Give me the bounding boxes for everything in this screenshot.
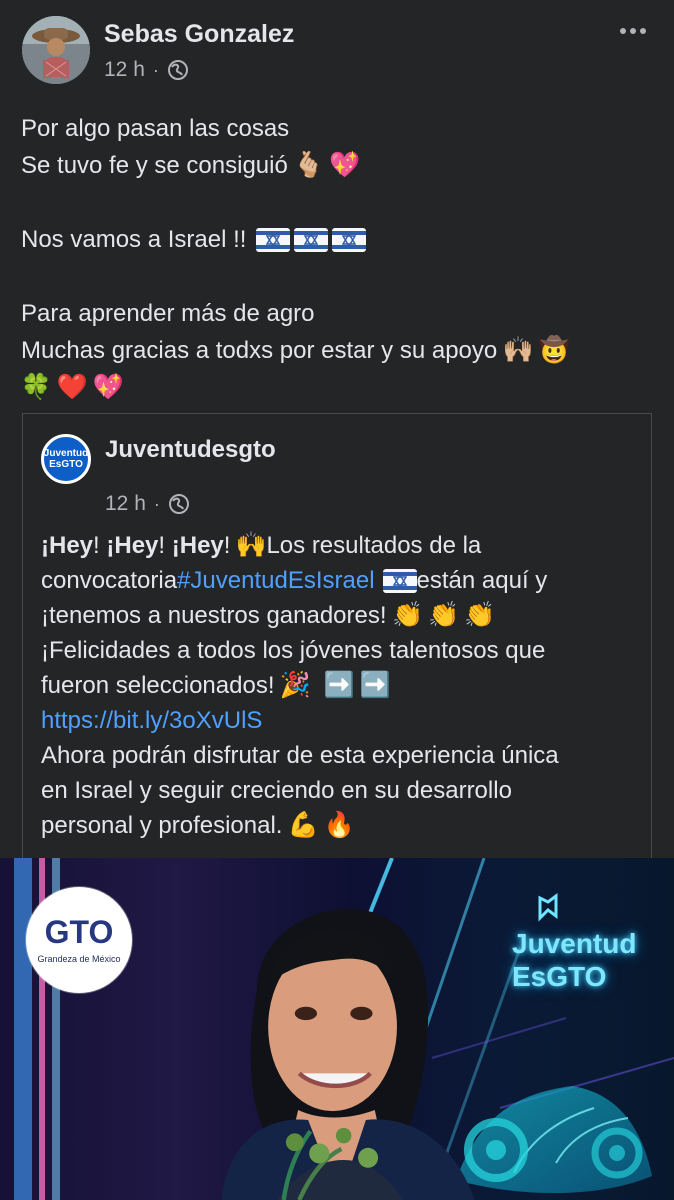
shared-line-text: en Israel y seguir creciendo en su desar… xyxy=(41,777,512,804)
shared-line-text: Ahora podrán disfrutar de esta experienc… xyxy=(41,742,559,769)
shared-line: personal y profesional. 💪 🔥 xyxy=(41,808,631,843)
more-button[interactable] xyxy=(614,16,652,46)
hey-text: ¡Hey xyxy=(41,532,94,559)
avatar-text: Juventud xyxy=(43,448,89,459)
emoji: 🙌🏼 xyxy=(502,336,534,364)
post-text: Por algo pasan las cosas Se tuvo fe y se… xyxy=(20,110,641,406)
exclamation-text: ! xyxy=(93,532,100,559)
shared-post-header: Juventud EsGTO Juventudesgto 12 h · xyxy=(41,434,601,515)
shared-line-text: ¡tenemos a nuestros ganadores! xyxy=(41,602,387,629)
post-header: Sebas Gonzalez 12 h · xyxy=(22,16,652,88)
shared-line-text: fueron seleccionados! xyxy=(41,672,275,699)
exclamation-text: ! xyxy=(158,532,166,559)
post-line-text: Para aprender más de agro xyxy=(21,300,315,327)
more-icon xyxy=(630,28,636,34)
globe-icon xyxy=(167,59,189,81)
shared-author-name[interactable]: Juventudesgto xyxy=(105,436,276,464)
shared-line: https://bit.ly/3oXvUlS xyxy=(41,703,631,738)
shared-line: ¡tenemos a nuestros ganadores! 👏 👏 👏 xyxy=(41,598,631,633)
meta-separator: · xyxy=(152,60,159,80)
shared-line-text: Los resultados de la xyxy=(266,532,482,559)
post-line: Nos vamos a Israel !! xyxy=(21,221,641,258)
post-line: Muchas gracias a todxs por estar y su ap… xyxy=(21,332,641,369)
clapping-emoji: 👏 xyxy=(427,601,460,629)
shared-meta: 12 h · xyxy=(105,492,190,516)
raised-hands-emoji: 🙌 xyxy=(235,531,268,559)
short-link[interactable]: https://bit.ly/3oXvUlS xyxy=(41,703,262,738)
party-popper-emoji: 🎉 xyxy=(279,671,312,699)
post-line: Se tuvo fe y se consiguió 🫰🏼 💖 xyxy=(21,147,641,184)
exclamation-text: ! xyxy=(223,532,231,559)
post-time[interactable]: 12 h xyxy=(104,58,145,82)
shared-line-text: están aquí y xyxy=(416,567,548,594)
shared-line: en Israel y seguir creciendo en su desar… xyxy=(41,773,631,808)
shared-line-text: convocatoria xyxy=(41,567,178,594)
post-line-text: Muchas gracias a todxs por estar y su ap… xyxy=(21,337,498,364)
clapping-emoji: 👏 xyxy=(391,601,424,629)
post-line: 🍀 ❤️ 💖 xyxy=(20,369,641,406)
emoji: 🍀 xyxy=(20,373,52,401)
shared-line-text: personal y profesional. xyxy=(41,812,283,839)
clapping-emoji: 👏 xyxy=(463,601,496,629)
fire-emoji: 🔥 xyxy=(323,811,356,839)
israel-flag-icon xyxy=(294,227,329,252)
author-name[interactable]: Sebas Gonzalez xyxy=(104,20,294,49)
israel-flag-icon xyxy=(382,568,417,593)
emoji: 💖 xyxy=(92,373,124,401)
shared-avatar[interactable]: Juventud EsGTO xyxy=(41,434,91,484)
emoji: 🤠 xyxy=(538,336,570,364)
emoji: 🫰🏼 xyxy=(293,151,325,179)
shared-post-time[interactable]: 12 h xyxy=(105,492,146,516)
shared-line-text: ¡Felicidades a todos los jóvenes talento… xyxy=(41,637,546,664)
hashtag-link[interactable]: #JuventudEsIsrael xyxy=(177,563,374,598)
author-avatar[interactable] xyxy=(22,16,90,84)
post-meta: 12 h · xyxy=(104,58,189,82)
israel-flag-icon xyxy=(256,227,291,252)
shared-line: ¡Felicidades a todos los jóvenes talento… xyxy=(41,633,631,668)
emoji: 💖 xyxy=(329,151,361,179)
israel-flag-icon xyxy=(332,227,367,252)
avatar-text: EsGTO xyxy=(49,459,83,470)
post-line-text: Por algo pasan las cosas xyxy=(21,115,290,142)
hey-text: ¡Hey xyxy=(106,532,159,559)
shared-post-image[interactable]: GTO Grandeza de México Juventud EsGTO xyxy=(0,858,674,1200)
right-arrow-emoji: ➡️ xyxy=(323,671,356,699)
post-line: Por algo pasan las cosas xyxy=(21,110,641,147)
flexed-biceps-emoji: 💪 xyxy=(287,811,320,839)
shared-line: Ahora podrán disfrutar de esta experienc… xyxy=(41,738,631,773)
person-photo xyxy=(221,908,475,1200)
more-icon xyxy=(640,28,646,34)
post-line: Para aprender más de agro xyxy=(21,295,641,332)
more-icon xyxy=(620,28,626,34)
globe-icon xyxy=(168,493,190,515)
post-line-text: Nos vamos a Israel !! xyxy=(21,226,247,253)
hey-text: ¡Hey xyxy=(171,532,224,559)
shared-post-text: ¡Hey! ¡Hey! ¡Hey! 🙌 Los resultados de la… xyxy=(41,528,631,843)
right-arrow-emoji: ➡️ xyxy=(359,671,392,699)
meta-separator: · xyxy=(153,494,160,514)
shared-line: ¡Hey! ¡Hey! ¡Hey! 🙌 Los resultados de la xyxy=(41,528,631,563)
emoji: ❤️ xyxy=(56,373,88,401)
shared-line: fueron seleccionados! 🎉 ➡️ ➡️ xyxy=(41,668,631,703)
post-line-text: Se tuvo fe y se consiguió xyxy=(21,152,288,179)
shared-line: convocatoria #JuventudEsIsrael están aqu… xyxy=(41,563,631,598)
